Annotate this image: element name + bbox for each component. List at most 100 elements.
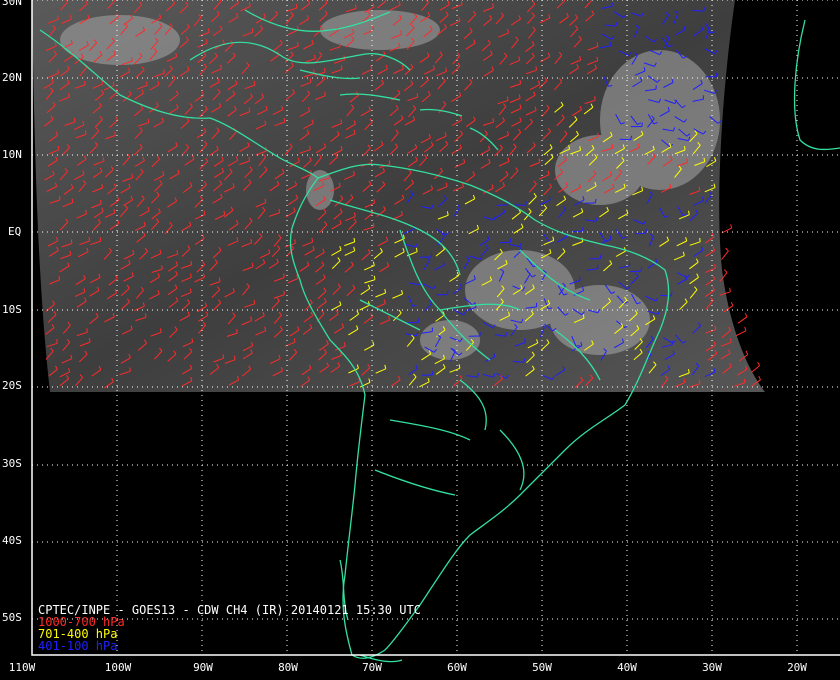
wind-barb-shaft — [721, 250, 729, 260]
wind-barb-flag — [686, 158, 688, 163]
wind-barb-shaft — [721, 227, 732, 234]
lon-label-70w: 70W — [362, 661, 382, 674]
wind-barb-flag — [163, 69, 165, 74]
lat-label-20n: 20N — [2, 71, 22, 84]
wind-barb-flag — [84, 80, 86, 85]
wind-barb-flag — [147, 118, 150, 123]
wind-barb-flag — [355, 4, 357, 9]
lon-label-80w: 80W — [278, 661, 298, 674]
wind-barb-flag — [236, 329, 238, 334]
wind-barb-flag — [176, 250, 179, 255]
wind-barb-flag — [743, 378, 746, 383]
lon-label-110w: 110W — [8, 661, 36, 674]
wind-barb-flag — [218, 277, 221, 282]
wind-barb-flag — [339, 42, 341, 47]
wind-barb-flag — [744, 326, 747, 331]
wind-barb-flag — [492, 118, 494, 123]
wind-barb-flag — [70, 239, 73, 244]
legend: CPTEC/INPE - GOES13 - CDW CH4 (IR) 20140… — [38, 604, 421, 652]
wind-barb-flag — [744, 312, 748, 318]
wind-barb-flag — [430, 252, 433, 258]
wind-barb-flag — [161, 265, 163, 270]
wind-barb-flag — [73, 117, 76, 122]
wind-barb-flag — [283, 290, 285, 295]
wind-barb-flag — [278, 208, 281, 213]
wind-barb-flag — [594, 96, 596, 101]
wind-barb-flag — [418, 318, 420, 323]
wind-barb-flag — [519, 79, 522, 84]
wind-barb-flag — [253, 299, 256, 304]
wind-barb-shaft — [660, 294, 672, 297]
wind-barb-flag — [447, 290, 449, 295]
wind-barb-shaft — [737, 316, 748, 324]
wind-barb-flag — [645, 229, 647, 234]
wind-barb-flag — [324, 68, 326, 73]
wind-barb-flag — [431, 371, 434, 376]
wind-barb-flag — [599, 254, 602, 259]
wind-barb-flag — [88, 237, 91, 242]
wind-barb-flag — [129, 367, 131, 372]
wind-barb-flag — [683, 146, 686, 151]
wind-barb-flag — [324, 91, 326, 96]
wind-barb-flag — [58, 195, 61, 200]
lat-label-30n: 30N — [2, 0, 22, 8]
wind-barb-flag — [416, 93, 419, 98]
wind-barb-flag — [145, 81, 148, 86]
wind-barb-flag — [724, 269, 728, 273]
wind-barb-shaft — [407, 321, 419, 324]
wind-barb-flag — [698, 186, 701, 191]
wind-barb-shaft — [496, 204, 508, 206]
wind-barb-flag — [283, 273, 285, 278]
wind-barb-flag — [373, 275, 376, 280]
wind-barb-shaft — [735, 330, 747, 337]
wind-barb-flag — [699, 237, 701, 242]
wind-barb-flag — [745, 350, 749, 355]
wind-barb-shaft — [619, 138, 631, 141]
wind-barb-flag — [99, 237, 102, 242]
wind-barb-flag — [388, 160, 391, 165]
wind-barb-flag — [251, 262, 254, 267]
wind-barb-flag — [535, 66, 537, 71]
satellite-wind-map: 30N 20N 10N EQ 10S 20S 30S 40S 50S 110W … — [0, 0, 840, 680]
wind-barb-flag — [507, 96, 509, 101]
wind-barb-shaft — [514, 204, 526, 206]
lon-label-30w: 30W — [702, 661, 722, 674]
wind-barb-flag — [56, 339, 58, 344]
lat-label-10n: 10N — [2, 148, 22, 161]
wind-barb-flag — [295, 3, 298, 8]
lat-label-eq: EQ — [8, 225, 22, 238]
wind-barb-flag — [190, 260, 193, 265]
lat-label-50s: 50S — [2, 611, 22, 624]
lon-label-60w: 60W — [447, 661, 467, 674]
wind-barb-flag — [222, 354, 225, 359]
wind-barb-shaft — [750, 365, 760, 373]
lon-label-40w: 40W — [617, 661, 637, 674]
lon-label-50w: 50W — [532, 661, 552, 674]
wind-barb-flag — [688, 369, 690, 374]
wind-barb-flag — [594, 198, 597, 203]
wind-barb-flag — [715, 72, 718, 77]
wind-barb-flag — [248, 157, 251, 162]
wind-barb-flag — [703, 157, 706, 162]
lon-label-100w: 100W — [104, 661, 132, 674]
wind-barb-flag — [86, 328, 88, 333]
wind-barb-flag — [479, 331, 481, 337]
wind-barb-flag — [69, 250, 72, 256]
wind-barb-flag — [725, 247, 729, 252]
wind-barb-flag — [114, 131, 116, 136]
wind-barb-shaft — [499, 241, 511, 244]
wind-barb-flag — [131, 57, 133, 62]
wind-barb-flag — [611, 144, 614, 149]
lat-label-10s: 10S — [2, 303, 22, 316]
wind-barb-flag — [757, 361, 761, 366]
wind-barb-flag — [579, 146, 581, 151]
wind-barb-flag — [582, 227, 584, 232]
wind-barb-flag — [524, 338, 526, 343]
wind-barb-flag — [641, 122, 643, 127]
lat-label-30s: 30S — [2, 457, 22, 470]
wind-barb-flag — [340, 65, 343, 70]
wind-barb-flag — [144, 313, 147, 318]
lat-label-40s: 40S — [2, 534, 22, 547]
wind-barb-flag — [509, 238, 512, 243]
wind-barb-flag — [309, 145, 311, 150]
